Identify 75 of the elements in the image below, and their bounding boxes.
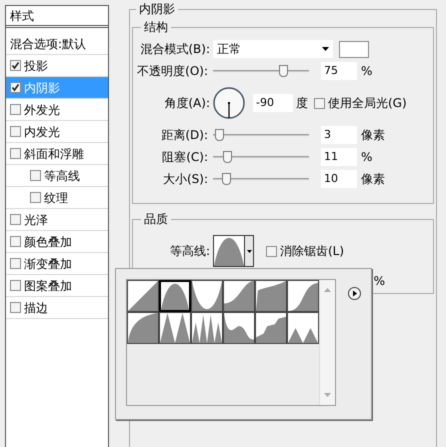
scroll-up-icon[interactable] (324, 288, 331, 292)
checkbox[interactable] (10, 302, 21, 313)
caret-icon (246, 250, 252, 252)
unit-label: 像素 (361, 171, 385, 188)
checkbox[interactable] (10, 82, 21, 93)
style-list-item[interactable]: 描边 (6, 297, 108, 319)
contour-dropdown[interactable] (213, 235, 254, 267)
unit-label: 像素 (361, 127, 385, 144)
contour-thumbnail[interactable] (255, 280, 287, 312)
checkbox[interactable] (10, 60, 21, 71)
slider-thumb[interactable] (222, 173, 231, 185)
slider-thumb[interactable] (279, 65, 288, 77)
style-list-item[interactable]: 等高线 (6, 165, 108, 187)
contour-thumbnail[interactable] (127, 280, 159, 312)
caret-icon (322, 47, 329, 51)
unit-label: % (361, 63, 372, 80)
contour-thumbnail[interactable] (255, 312, 287, 344)
scroll-down-icon[interactable] (324, 393, 331, 397)
field-label: 角度(A): (163, 95, 211, 112)
checkbox[interactable] (10, 214, 21, 225)
checkbox[interactable] (10, 126, 21, 137)
checkbox[interactable] (10, 236, 21, 247)
contour-thumbnail[interactable] (287, 312, 319, 344)
checkbox[interactable] (10, 104, 21, 115)
group-title: 品质 (143, 211, 169, 228)
checkbox[interactable] (30, 170, 41, 181)
contour-preview-icon (214, 236, 244, 266)
contour-thumbnail[interactable] (191, 312, 223, 344)
contour-thumbnail[interactable] (223, 312, 255, 344)
field-label: 距离(D): (160, 127, 209, 144)
style-list-item[interactable]: 混合选项:默认 (6, 33, 108, 55)
style-list-item[interactable]: 斜面和浮雕 (6, 143, 108, 165)
slider-thumb[interactable] (222, 151, 232, 163)
style-list-item[interactable]: 渐变叠加 (6, 253, 108, 275)
style-list-item[interactable]: 内发光 (6, 121, 108, 143)
contour-thumbnail[interactable] (127, 312, 159, 344)
anti-alias-checkbox[interactable] (266, 246, 277, 256)
checkbox[interactable] (10, 258, 21, 269)
color-swatch[interactable] (339, 40, 369, 58)
scrollbar[interactable] (319, 280, 335, 405)
contour-thumbnail[interactable] (159, 312, 191, 344)
group-title: 结构 (143, 19, 169, 36)
style-list-item[interactable]: 纹理 (6, 187, 108, 209)
slider-thumb[interactable] (214, 129, 224, 141)
checkbox[interactable] (30, 192, 41, 203)
contour-thumbnail[interactable] (159, 280, 191, 312)
checkbox[interactable] (10, 280, 21, 291)
field-label: 混合模式(B): (139, 41, 211, 58)
field-label: 阻塞(C): (161, 149, 209, 166)
unit-label: % (361, 149, 372, 166)
checkbox-label: 使用全局光(G) (328, 95, 407, 112)
angle-dial-icon[interactable] (213, 87, 245, 119)
angle-field[interactable]: -90 (253, 94, 293, 112)
value-field[interactable]: 3 (321, 126, 357, 144)
checkbox[interactable] (10, 148, 21, 159)
value-field[interactable]: 11 (321, 148, 357, 166)
blend-mode-dropdown[interactable]: 正常 (213, 40, 333, 58)
style-list-item[interactable]: 图案叠加 (6, 275, 108, 297)
field-label: 不透明度(O): (136, 63, 209, 80)
style-list-item[interactable]: 外发光 (6, 99, 108, 121)
unit-label: % (374, 273, 385, 290)
contour-thumbnail[interactable] (223, 280, 255, 312)
global-light-checkbox[interactable] (314, 98, 325, 108)
group-title: 内阴影 (138, 1, 176, 18)
unit-label: 度 (296, 95, 308, 112)
field-label: 大小(S): (162, 171, 209, 188)
contour-thumbnail[interactable] (191, 280, 223, 312)
checkbox-label: 消除锯齿(L) (280, 243, 344, 260)
field-label: 等高线: (168, 243, 211, 260)
style-list-item[interactable]: 颜色叠加 (6, 231, 108, 253)
styles-header: 样式 (6, 6, 108, 28)
value-field[interactable]: 75 (321, 62, 357, 80)
style-list-item[interactable]: 光泽 (6, 209, 108, 231)
contour-thumbnail[interactable] (287, 280, 319, 312)
value-field[interactable]: 10 (321, 170, 357, 188)
